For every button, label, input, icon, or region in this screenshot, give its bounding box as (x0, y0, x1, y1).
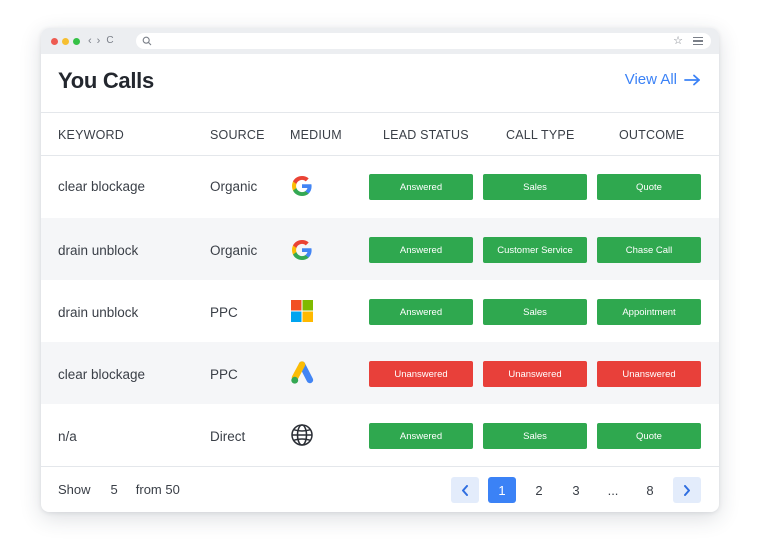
address-bar[interactable]: ☆ (136, 33, 711, 49)
call-type-badge[interactable]: Unanswered (483, 361, 587, 387)
source-cell: Direct (210, 429, 246, 444)
keyword-cell: n/a (58, 429, 77, 444)
prev-page-button[interactable] (451, 477, 479, 503)
page-button-8[interactable]: 8 (636, 477, 664, 503)
column-header-medium[interactable]: MEDIUM (290, 128, 342, 142)
microsoft-icon (289, 298, 315, 324)
table-row[interactable]: drain unblock Organic Answered Customer … (41, 218, 719, 280)
chevron-left-icon (462, 484, 468, 496)
source-cell: Organic (210, 243, 258, 258)
table-row[interactable]: clear blockage PPC Unanswered Unanswered… (41, 342, 719, 404)
page-button-2[interactable]: 2 (525, 477, 553, 503)
calls-window: ‹ › C ☆ You Calls View All KEYWORD SOURC… (41, 28, 719, 512)
column-header-lead-status[interactable]: LEAD STATUS (383, 128, 469, 142)
call-type-badge[interactable]: Sales (483, 174, 587, 200)
keyword-cell: clear blockage (58, 367, 146, 382)
total-count-label: from 50 (135, 482, 180, 497)
table-footer: Show 5 from 50 1 2 3 ... 8 (41, 466, 719, 511)
outcome-badge[interactable]: Appointment (597, 299, 701, 325)
view-all-label: View All (624, 71, 677, 88)
lead-status-badge[interactable]: Unanswered (369, 361, 473, 387)
call-type-badge[interactable]: Sales (483, 423, 587, 449)
search-icon (142, 36, 152, 46)
table-row[interactable]: clear blockage Organic Answered Sales Qu… (41, 156, 719, 218)
reload-icon[interactable]: C (106, 36, 113, 46)
outcome-badge[interactable]: Quote (597, 174, 701, 200)
page-button-3[interactable]: 3 (562, 477, 590, 503)
outcome-badge[interactable]: Unanswered (597, 361, 701, 387)
table-header: KEYWORD SOURCE MEDIUM LEAD STATUS CALL T… (41, 112, 719, 156)
browser-chrome: ‹ › C ☆ (41, 28, 719, 54)
close-window-dot[interactable] (51, 37, 58, 45)
minimize-window-dot[interactable] (62, 37, 69, 45)
page-title: You Calls (58, 68, 154, 93)
pagination: 1 2 3 ... 8 (451, 477, 701, 503)
show-label: Show (58, 482, 91, 497)
chevron-right-icon (684, 484, 690, 496)
browser-menu-icon[interactable] (693, 37, 703, 45)
back-icon[interactable]: ‹ (88, 35, 92, 47)
page-size-display: Show 5 from 50 (58, 482, 180, 497)
outcome-badge[interactable]: Quote (597, 423, 701, 449)
column-header-call-type[interactable]: CALL TYPE (506, 128, 575, 142)
lead-status-badge[interactable]: Answered (369, 237, 473, 263)
table-row[interactable]: n/a Direct Answered Sales Quote (41, 404, 719, 466)
keyword-cell: drain unblock (58, 305, 139, 320)
view-all-link[interactable]: View All (625, 71, 701, 88)
lead-status-badge[interactable]: Answered (369, 423, 473, 449)
outcome-badge[interactable]: Chase Call (597, 237, 701, 263)
column-header-keyword[interactable]: KEYWORD (58, 128, 124, 142)
column-header-outcome[interactable]: OUTCOME (619, 128, 684, 142)
column-header-source[interactable]: SOURCE (210, 128, 265, 142)
page-ellipsis: ... (607, 482, 619, 498)
google-icon (289, 237, 315, 263)
page-size-select[interactable]: 5 (111, 482, 118, 497)
maximize-window-dot[interactable] (73, 37, 80, 45)
page-button-1[interactable]: 1 (488, 477, 516, 503)
card-header: You Calls View All (41, 54, 719, 112)
next-page-button[interactable] (673, 477, 701, 503)
source-cell: PPC (210, 367, 238, 382)
call-type-badge[interactable]: Customer Service (483, 237, 587, 263)
source-cell: Organic (210, 179, 258, 194)
google-icon (289, 173, 315, 199)
table-body: clear blockage Organic Answered Sales Qu… (41, 156, 719, 466)
window-controls (51, 37, 80, 45)
keyword-cell: clear blockage (58, 179, 146, 194)
source-cell: PPC (210, 305, 238, 320)
call-type-badge[interactable]: Sales (483, 299, 587, 325)
forward-icon[interactable]: › (97, 35, 101, 47)
globe-icon (289, 422, 315, 448)
keyword-cell: drain unblock (58, 243, 139, 258)
lead-status-badge[interactable]: Answered (369, 174, 473, 200)
bookmark-star-icon[interactable]: ☆ (673, 34, 683, 48)
arrow-right-icon (684, 74, 700, 85)
table-row[interactable]: drain unblock PPC Answered Sales Appoint… (41, 280, 719, 342)
lead-status-badge[interactable]: Answered (369, 299, 473, 325)
google-ads-icon (289, 360, 315, 386)
